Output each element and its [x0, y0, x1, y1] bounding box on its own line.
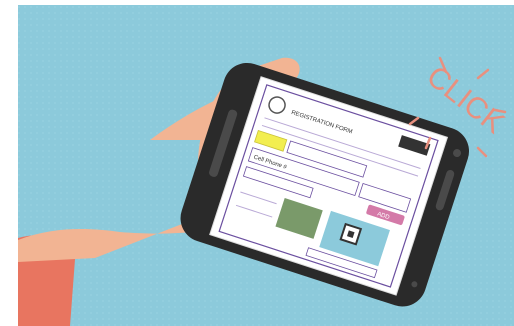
illustration-scene: REGISTRATION FORM Cell Phone # ADD CLICK — [0, 0, 514, 326]
left-white-margin — [0, 0, 18, 326]
